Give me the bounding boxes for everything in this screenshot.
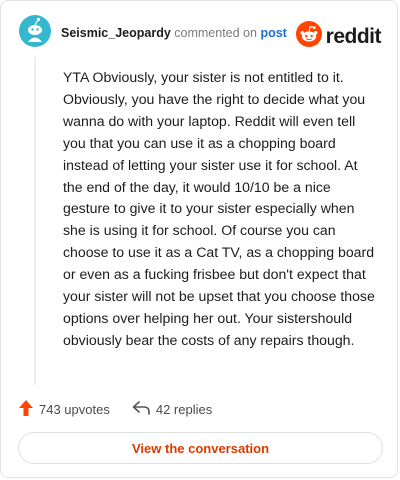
comment-actions: 743 upvotes 42 replies — [19, 400, 212, 419]
reddit-wordmark: reddit — [325, 24, 382, 48]
action-text: commented on — [174, 26, 257, 40]
post-link[interactable]: post — [260, 26, 286, 40]
comment-header: Seismic_Jeopardy commented on post — [61, 26, 287, 40]
reply-arrow-icon — [132, 401, 150, 418]
author-username[interactable]: Seismic_Jeopardy — [61, 26, 171, 40]
reddit-logo-icon — [295, 21, 322, 52]
upvote-button[interactable]: 743 upvotes — [19, 400, 110, 419]
upvote-arrow-icon — [19, 400, 33, 419]
reddit-logo[interactable]: reddit — [295, 21, 382, 52]
snoo-avatar-icon[interactable] — [19, 15, 51, 47]
comment-body: YTA Obviously, your sister is not entitl… — [63, 69, 375, 348]
replies-button[interactable]: 42 replies — [132, 401, 212, 418]
thread-line — [34, 57, 36, 385]
reply-count: 42 replies — [155, 402, 213, 417]
view-conversation-button[interactable]: View the conversation — [18, 432, 383, 464]
comment-card: Seismic_Jeopardy commented on post reddi… — [0, 0, 398, 478]
upvote-count: 743 upvotes — [39, 402, 110, 417]
